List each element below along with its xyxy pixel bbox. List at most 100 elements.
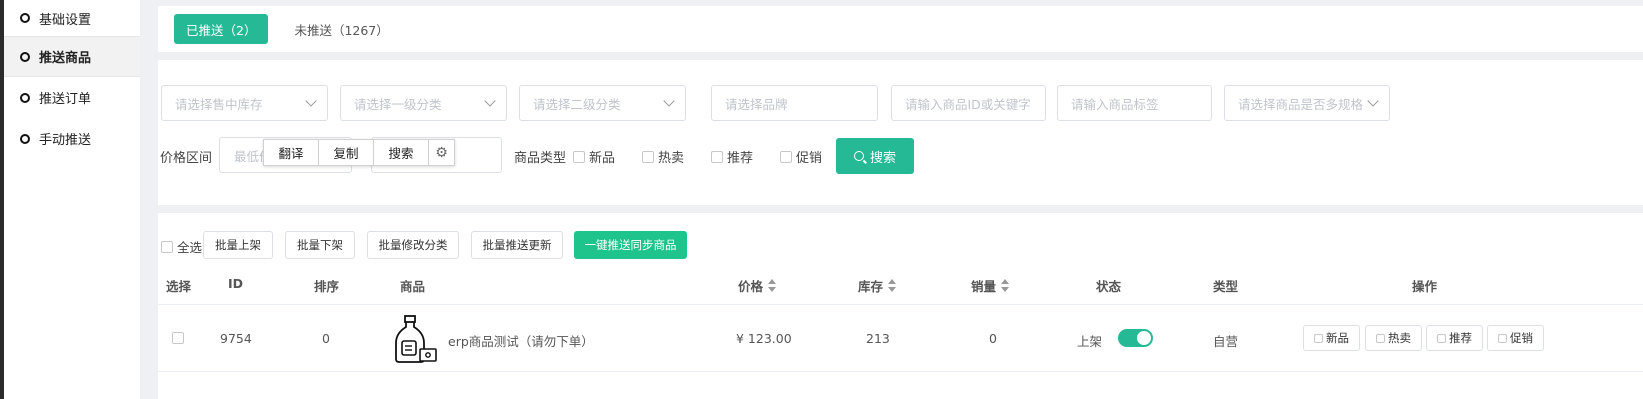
cell-product-name[interactable]: erp商品测试（请勿下单）: [448, 331, 594, 350]
sidebar-item-manual-push[interactable]: 手动推送: [4, 118, 140, 159]
sidebar-item-label: 基础设置: [39, 12, 92, 28]
checkbox-label: 促销: [796, 151, 823, 166]
spec-select[interactable]: 请选择商品是否多规格: [1224, 85, 1390, 121]
batch-edit-category-button[interactable]: 批量修改分类: [367, 231, 459, 259]
sidebar-item-push-products[interactable]: 推送商品: [4, 36, 140, 77]
circle-icon: [20, 13, 30, 23]
column-header-price[interactable]: 价格: [738, 276, 777, 295]
row-checkbox[interactable]: [172, 332, 184, 344]
category-2-select[interactable]: 请选择二级分类: [519, 85, 686, 121]
gear-icon[interactable]: ⚙: [429, 140, 454, 165]
sidebar-item-basic-settings[interactable]: 基础设置: [4, 0, 140, 36]
search-button-label: 搜索: [869, 150, 896, 166]
circle-icon: [20, 133, 30, 144]
search-icon: [853, 151, 864, 161]
header-label: 价格: [738, 279, 764, 294]
select-all-checkbox[interactable]: 全选: [161, 237, 202, 256]
input-placeholder: 请输入商品ID或关键字: [905, 96, 1031, 112]
action-label: 热卖: [1388, 331, 1411, 345]
product-bottle-icon: [395, 315, 437, 363]
checkbox-icon: [1314, 333, 1323, 343]
chevron-down-icon: [663, 95, 675, 107]
column-header-id: ID: [228, 276, 244, 291]
row-action-promo[interactable]: 促销: [1487, 325, 1544, 351]
column-header-sort: 排序: [314, 279, 340, 294]
tab-unpushed[interactable]: 未推送（1267）: [282, 14, 400, 44]
column-header-sales[interactable]: 销量: [971, 276, 1010, 295]
batch-list-button[interactable]: 批量上架: [203, 231, 273, 259]
cell-sort: 0: [322, 331, 330, 346]
sidebar: 基础设置 推送商品 推送订单 手动推送: [4, 0, 140, 399]
sidebar-item-label: 推送订单: [39, 92, 92, 107]
input-placeholder: 请输入商品标签: [1071, 96, 1159, 112]
type-new-checkbox[interactable]: 新品: [573, 147, 615, 166]
row-divider: [158, 371, 1643, 372]
tag-input[interactable]: 请输入商品标签: [1057, 85, 1212, 121]
cell-price: ¥ 123.00: [736, 331, 792, 346]
checkbox-label: 推荐: [727, 151, 754, 166]
keyword-input[interactable]: 请输入商品ID或关键字: [891, 85, 1046, 121]
column-header-stock[interactable]: 库存: [858, 276, 897, 295]
cell-stock: 213: [866, 331, 890, 346]
type-hot-checkbox[interactable]: 热卖: [642, 147, 684, 166]
checkbox-icon: [161, 240, 173, 253]
copy-button[interactable]: 复制: [319, 140, 374, 165]
tab-pushed[interactable]: 已推送（2）: [174, 14, 269, 44]
select-placeholder: 请选择售中库存: [175, 96, 263, 112]
sort-icon[interactable]: [888, 279, 897, 292]
type-recommend-checkbox[interactable]: 推荐: [711, 147, 753, 166]
header-label: 库存: [858, 279, 884, 294]
checkbox-icon: [642, 150, 654, 163]
select-placeholder: 请选择一级分类: [354, 96, 442, 112]
header-divider: [158, 304, 1643, 305]
row-action-recommend[interactable]: 推荐: [1426, 325, 1483, 351]
checkbox-label: 新品: [589, 151, 616, 166]
row-action-hot[interactable]: 热卖: [1365, 325, 1422, 351]
checkbox-icon: [573, 150, 585, 163]
input-placeholder: 请选择品牌: [725, 96, 788, 112]
filter-panel: 请选择售中库存 请选择一级分类 请选择二级分类 请选择品牌 请输入商品ID或关键…: [158, 60, 1643, 205]
sort-icon[interactable]: [1001, 279, 1010, 292]
product-table-panel: 全选 批量上架 批量下架 批量修改分类 批量推送更新 一键推送同步商品 选择 I…: [158, 213, 1643, 399]
cell-type: 自营: [1213, 334, 1239, 349]
cell-status-label: 上架: [1077, 334, 1103, 349]
checkbox-icon: [711, 150, 723, 163]
sidebar-item-push-orders[interactable]: 推送订单: [4, 77, 140, 118]
cell-sales: 0: [989, 331, 997, 346]
sidebar-item-label: 手动推送: [39, 133, 92, 148]
chevron-down-icon: [484, 95, 496, 107]
checkbox-icon: [1437, 333, 1446, 343]
translate-button[interactable]: 翻译: [264, 140, 319, 165]
type-promo-checkbox[interactable]: 促销: [780, 147, 822, 166]
column-header-product: 商品: [400, 279, 426, 294]
checkbox-icon: [1376, 333, 1385, 343]
batch-delist-button[interactable]: 批量下架: [285, 231, 355, 259]
checkbox-icon: [1498, 333, 1507, 343]
chevron-down-icon: [305, 95, 317, 107]
search-button[interactable]: 搜索: [836, 138, 914, 174]
action-label: 促销: [1510, 331, 1533, 345]
status-toggle[interactable]: [1118, 329, 1153, 347]
column-header-actions: 操作: [1412, 279, 1438, 294]
category-1-select[interactable]: 请选择一级分类: [340, 85, 507, 121]
context-search-button[interactable]: 搜索: [374, 140, 429, 165]
one-click-sync-button[interactable]: 一键推送同步商品: [574, 231, 687, 259]
brand-input[interactable]: 请选择品牌: [711, 85, 878, 121]
sort-icon[interactable]: [768, 279, 777, 292]
row-action-new[interactable]: 新品: [1303, 325, 1360, 351]
select-placeholder: 请选择商品是否多规格: [1238, 96, 1364, 112]
circle-icon: [20, 92, 30, 103]
sidebar-item-label: 推送商品: [39, 51, 92, 66]
column-header-type: 类型: [1213, 279, 1239, 294]
action-label: 推荐: [1449, 331, 1472, 345]
price-range-label: 价格区间: [160, 151, 213, 166]
text-selection-toolbar: 翻译 复制 搜索 ⚙: [263, 139, 455, 166]
checkbox-label: 热卖: [658, 151, 685, 166]
header-label: 销量: [971, 279, 997, 294]
product-type-label: 商品类型: [514, 151, 567, 166]
batch-push-update-button[interactable]: 批量推送更新: [471, 231, 563, 259]
tabs-bar: 已推送（2） 未推送（1267）: [158, 6, 1643, 52]
checkbox-label: 全选: [177, 240, 203, 255]
circle-icon: [20, 51, 30, 62]
warehouse-select[interactable]: 请选择售中库存: [161, 85, 328, 121]
